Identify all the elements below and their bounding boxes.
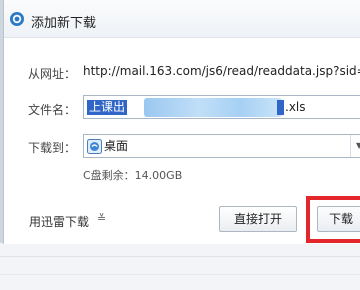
filename-redacted (144, 98, 282, 117)
destination-label: 下载到： (28, 141, 77, 155)
background-divider (0, 256, 360, 257)
open-directly-button[interactable]: 直接打开 (219, 206, 297, 232)
filename-selection-end (277, 100, 284, 115)
background-divider (0, 274, 360, 275)
free-space-info: C盘剩余：14.00GB (83, 169, 183, 182)
thunder-download-link[interactable]: 用迅雷下载 (29, 213, 89, 230)
filename-selected-text: 上课出 (87, 100, 128, 115)
app-icon (10, 12, 24, 26)
url-value[interactable]: http://mail.163.com/js6/read/readdata.js… (83, 64, 360, 78)
background-window (0, 243, 360, 290)
chevron-down-icon[interactable]: ▼ (356, 141, 360, 150)
filename-extension: .xls (285, 100, 306, 114)
dialog-titlebar[interactable]: 添加新下载 (4, 0, 360, 38)
destination-value: 桌面 (104, 139, 129, 153)
url-label: 从网址： (28, 67, 77, 81)
dialog-title: 添加新下载 (31, 16, 97, 31)
select-divider (350, 135, 351, 157)
destination-select[interactable]: 桌面 ▼ (83, 134, 360, 158)
filename-input[interactable]: 上课出 .xls (83, 95, 360, 119)
double-chevron-down-icon[interactable]: ≚ (97, 212, 106, 225)
highlight-annotation (306, 196, 360, 243)
filename-label: 文件名： (28, 103, 77, 117)
desktop-folder-icon (87, 139, 102, 154)
